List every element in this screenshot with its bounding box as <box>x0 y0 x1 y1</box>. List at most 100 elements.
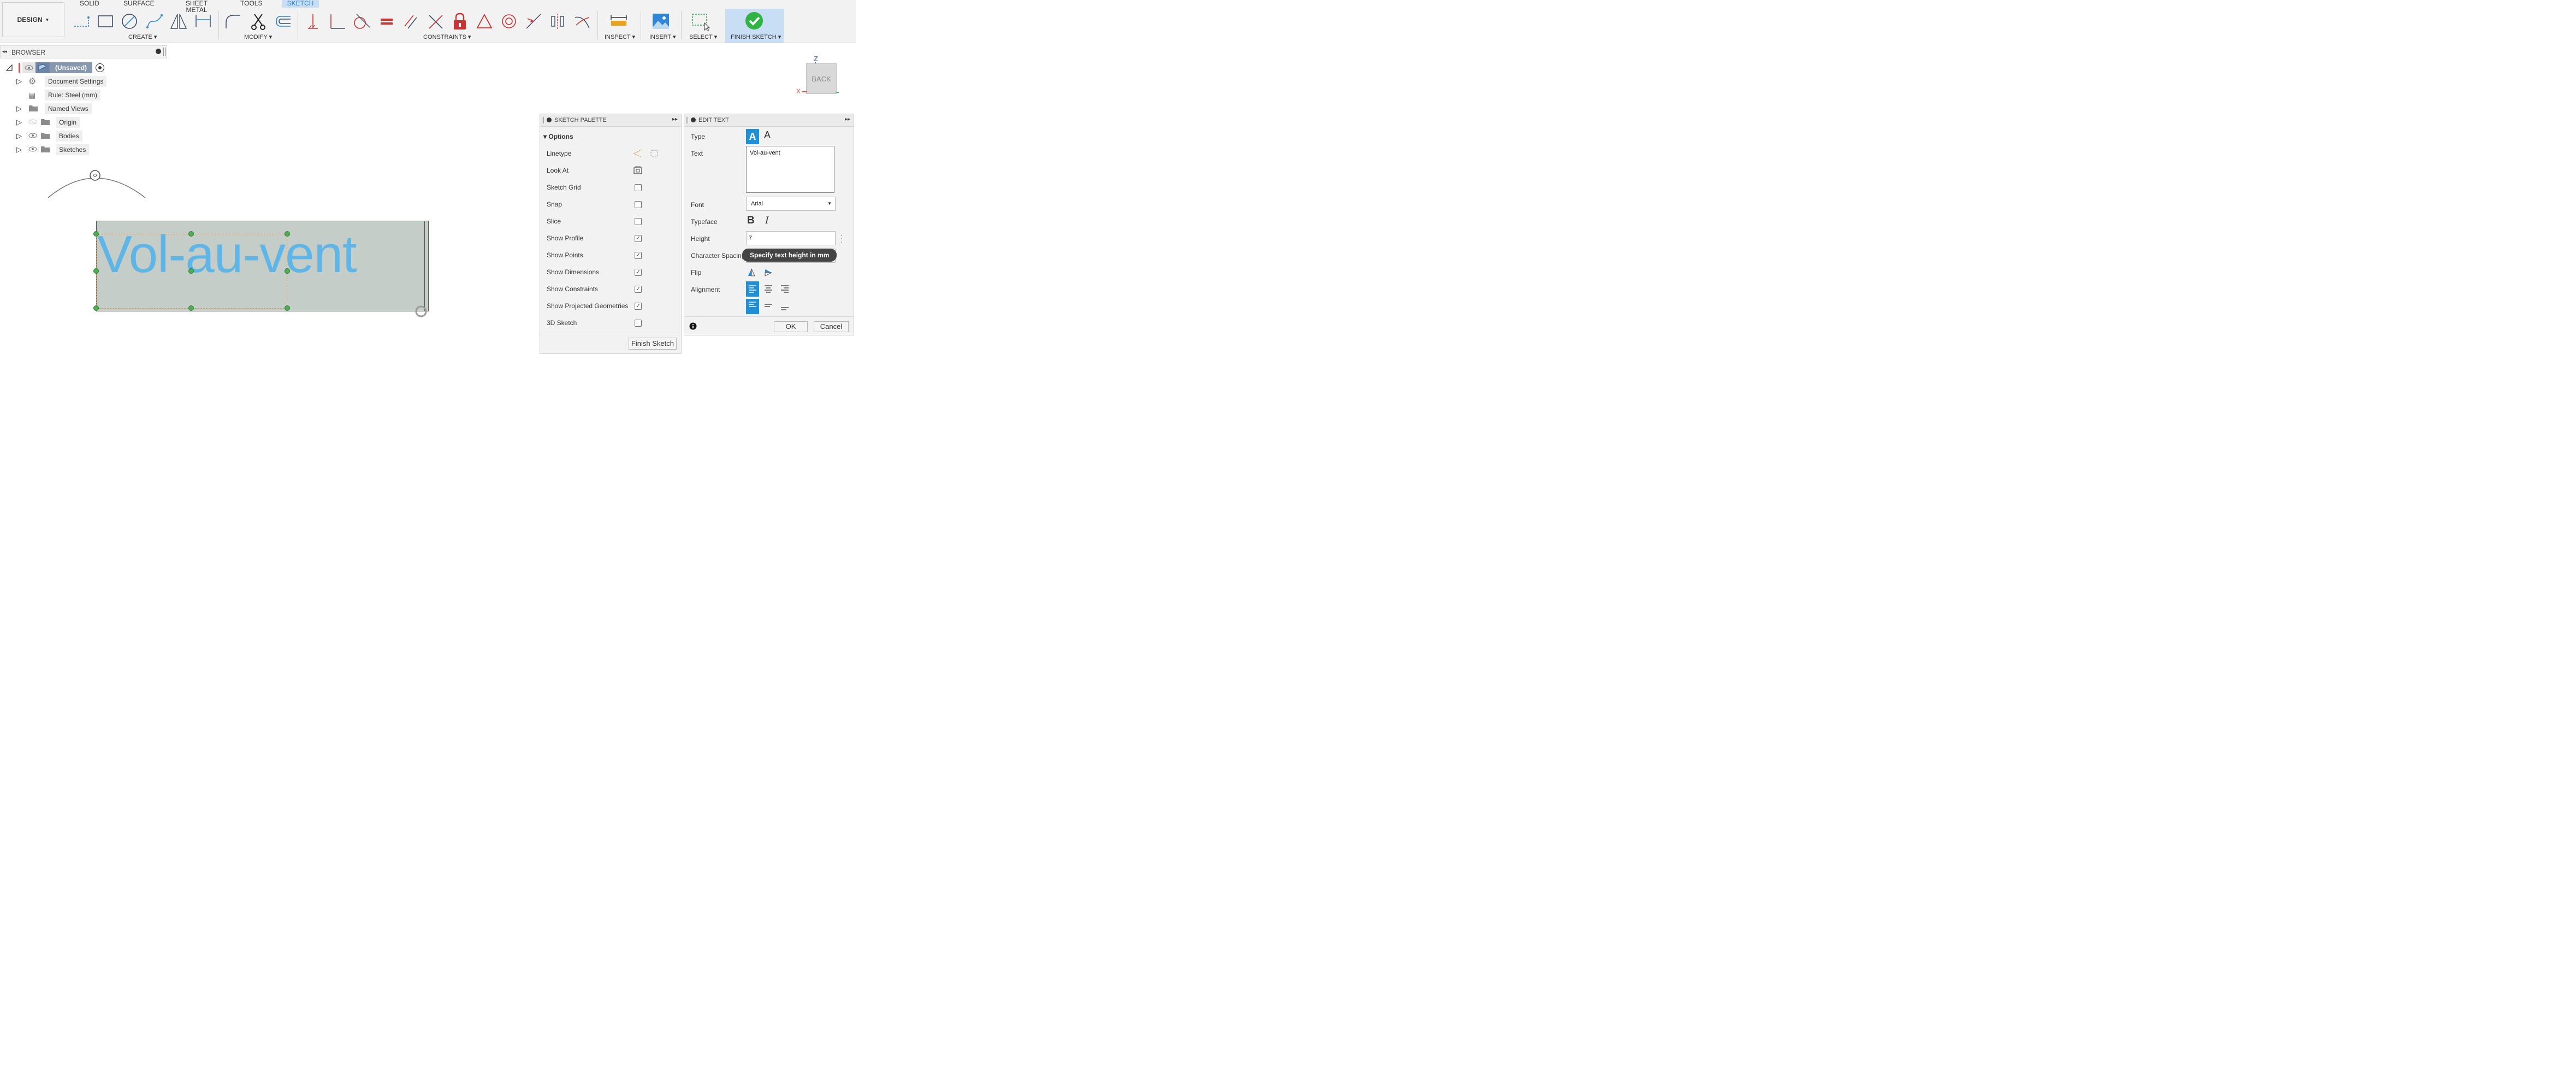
measure-ruler-icon[interactable] <box>609 12 628 31</box>
line-tool-icon[interactable] <box>72 12 91 31</box>
eye-visibility-icon[interactable] <box>28 146 40 154</box>
text-input[interactable]: Vol-au-vent <box>746 146 834 193</box>
eye-visibility-icon[interactable] <box>28 132 40 140</box>
tab-solid[interactable]: SOLID <box>80 0 99 8</box>
coincident-constraint-icon[interactable] <box>426 12 445 31</box>
align-bottom-icon[interactable] <box>780 304 790 313</box>
rotate-grip-icon[interactable] <box>415 305 427 317</box>
tree-row-bodies[interactable]: ▷ Bodies <box>16 131 82 141</box>
insert-image-icon[interactable] <box>652 12 670 31</box>
expand-triangle-icon[interactable]: ▷ <box>16 77 25 86</box>
inspect-menu[interactable]: INSPECT ▾ <box>605 33 635 40</box>
vertical-horizontal-constraint-icon[interactable] <box>548 12 567 31</box>
options-section-toggle[interactable]: ▾ Options <box>543 133 573 140</box>
constraints-menu[interactable]: CONSTRAINTS ▾ <box>423 33 471 40</box>
collapse-triangle-icon[interactable] <box>5 64 13 72</box>
viewcube-face-back[interactable]: BACK <box>806 63 837 94</box>
tab-sheet-metal[interactable]: SHEET METAL <box>176 0 217 13</box>
option-checkbox[interactable]: ✓ <box>635 303 642 310</box>
expand-palette-icon[interactable]: ▸▸ <box>672 116 678 122</box>
finish-sketch-button[interactable]: FINISH SKETCH ▾ <box>725 9 784 43</box>
option-checkbox[interactable]: ✓ <box>635 286 642 293</box>
rotation-manipulator[interactable] <box>33 164 164 208</box>
equal-constraint-icon[interactable] <box>377 12 395 31</box>
viewcube[interactable]: Z BACK X <box>793 55 839 99</box>
concentric-constraint-icon[interactable] <box>500 12 518 31</box>
option-checkbox[interactable] <box>635 201 642 208</box>
lock-constraint-icon[interactable] <box>451 12 469 31</box>
fillet-tool-icon[interactable] <box>224 12 242 31</box>
perpendicular-constraint-icon[interactable] <box>328 12 346 31</box>
option-checkbox[interactable]: ✓ <box>635 269 642 276</box>
select-menu[interactable]: SELECT ▾ <box>689 33 717 40</box>
rectangle-tool-icon[interactable] <box>96 12 115 31</box>
symmetry-constraint-icon[interactable] <box>475 12 494 31</box>
tree-row-rule[interactable]: ▤ Rule: Steel (mm) <box>28 90 101 101</box>
tree-row-origin[interactable]: ▷ Origin <box>16 117 80 128</box>
option-checkbox[interactable]: ✓ <box>635 252 642 259</box>
finish-sketch-palette-button[interactable]: Finish Sketch <box>629 338 677 350</box>
insert-menu[interactable]: INSERT ▾ <box>649 33 676 40</box>
ok-button[interactable]: OK <box>774 321 808 332</box>
expand-triangle-icon[interactable]: ▷ <box>16 118 25 127</box>
fix-constraint-icon[interactable] <box>304 12 322 31</box>
collapse-panel-icon[interactable]: ◂◂ <box>2 49 7 55</box>
type-outline-text-icon[interactable]: A <box>764 129 771 141</box>
panel-grip-icon[interactable] <box>542 117 544 123</box>
parallel-constraint-icon[interactable] <box>401 12 420 31</box>
tab-tools[interactable]: TOOLS <box>240 0 262 8</box>
flip-horizontal-icon[interactable] <box>764 268 773 277</box>
minimize-palette-icon[interactable] <box>547 117 552 122</box>
tree-row-named-views[interactable]: ▷ Named Views <box>16 103 92 114</box>
align-middle-icon[interactable] <box>763 302 773 311</box>
curvature-constraint-icon[interactable] <box>573 12 591 31</box>
align-left-icon[interactable] <box>746 281 759 297</box>
align-center-icon[interactable] <box>763 285 773 293</box>
tangent-constraint-icon[interactable] <box>352 12 371 31</box>
centerline-linetype-icon[interactable] <box>649 149 659 158</box>
expand-dialog-icon[interactable]: ▸▸ <box>845 116 850 122</box>
minimize-dialog-icon[interactable] <box>691 117 696 122</box>
option-checkbox[interactable] <box>635 320 642 327</box>
mirror-tool-icon[interactable] <box>169 12 188 31</box>
minimize-browser-icon[interactable] <box>156 49 161 54</box>
midpoint-constraint-icon[interactable] <box>524 12 543 31</box>
text-handle-points[interactable] <box>92 229 292 312</box>
construction-linetype-icon[interactable] <box>633 149 643 158</box>
expand-triangle-icon[interactable]: ▷ <box>16 104 25 113</box>
look-at-icon[interactable] <box>633 166 643 175</box>
font-select[interactable]: Arial ▼ <box>746 197 836 211</box>
create-menu[interactable]: CREATE ▾ <box>128 33 157 40</box>
bold-icon[interactable]: B <box>747 215 755 227</box>
tab-surface[interactable]: SURFACE <box>123 0 155 8</box>
workspace-design-button[interactable]: DESIGN ▼ <box>2 2 64 37</box>
height-input[interactable]: 7 <box>746 231 836 245</box>
sketch-dimension-icon[interactable] <box>194 12 212 31</box>
modify-menu[interactable]: MODIFY ▾ <box>244 33 272 40</box>
offset-tool-icon[interactable] <box>273 12 292 31</box>
expand-triangle-icon[interactable]: ▷ <box>16 145 25 154</box>
option-checkbox[interactable]: ✓ <box>635 235 642 242</box>
italic-icon[interactable]: I <box>765 215 768 227</box>
trim-scissors-icon[interactable] <box>249 12 268 31</box>
panel-grip-icon[interactable] <box>163 48 166 56</box>
option-checkbox[interactable] <box>635 218 642 225</box>
rotate-handle-icon[interactable] <box>90 170 100 181</box>
eye-hidden-icon[interactable] <box>28 119 40 126</box>
flip-vertical-icon[interactable] <box>747 268 756 277</box>
select-window-icon[interactable] <box>691 12 710 31</box>
cancel-button[interactable]: Cancel <box>814 321 849 332</box>
info-icon[interactable] <box>689 322 697 330</box>
expand-triangle-icon[interactable]: ▷ <box>16 132 25 140</box>
circle-tool-icon[interactable] <box>120 12 139 31</box>
option-checkbox[interactable] <box>635 184 642 191</box>
browser-root-row[interactable]: (Unsaved) <box>5 62 105 73</box>
tab-sketch[interactable]: SKETCH <box>282 0 319 8</box>
align-right-icon[interactable] <box>780 285 790 293</box>
type-solid-text-icon[interactable]: A <box>746 129 759 144</box>
more-options-icon[interactable]: · · · <box>840 231 843 245</box>
tree-row-document-settings[interactable]: ▷ ⚙ Document Settings <box>16 76 107 87</box>
tree-row-sketches[interactable]: ▷ Sketches <box>16 144 90 155</box>
activate-radio-icon[interactable] <box>96 63 105 72</box>
panel-grip-icon[interactable] <box>686 117 688 123</box>
